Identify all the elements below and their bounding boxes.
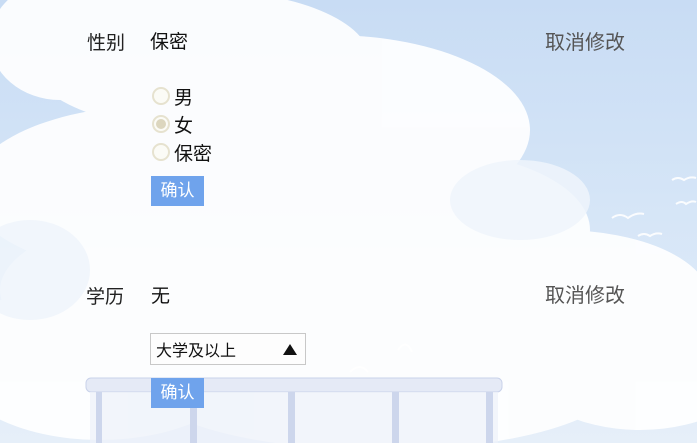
sky-cloud-background: [0, 0, 697, 443]
gender-option-label: 保密: [174, 142, 213, 165]
education-cancel-button[interactable]: 取消修改: [545, 279, 625, 308]
gender-radio-male[interactable]: [152, 87, 170, 105]
education-confirm-button[interactable]: 确认: [151, 378, 204, 408]
gender-option-label: 女: [174, 114, 194, 137]
gender-label: 性别: [87, 32, 126, 54]
gender-option-male[interactable]: 男: [150, 83, 193, 109]
gender-option-secret[interactable]: 保密: [150, 139, 212, 165]
education-current-value: 无: [151, 285, 171, 307]
gender-radio-female[interactable]: [152, 115, 170, 133]
education-select[interactable]: 大学及以上: [150, 333, 306, 365]
education-select-value: 大学及以上: [156, 341, 237, 360]
gender-cancel-button[interactable]: 取消修改: [545, 26, 625, 55]
gender-option-label: 男: [174, 86, 194, 109]
gender-option-female[interactable]: 女: [150, 111, 193, 137]
triangle-up-icon: [283, 343, 297, 355]
gender-current-value: 保密: [150, 31, 189, 53]
education-label: 学历: [86, 286, 125, 308]
gender-confirm-button[interactable]: 确认: [151, 176, 204, 206]
gender-radio-secret[interactable]: [152, 143, 170, 161]
